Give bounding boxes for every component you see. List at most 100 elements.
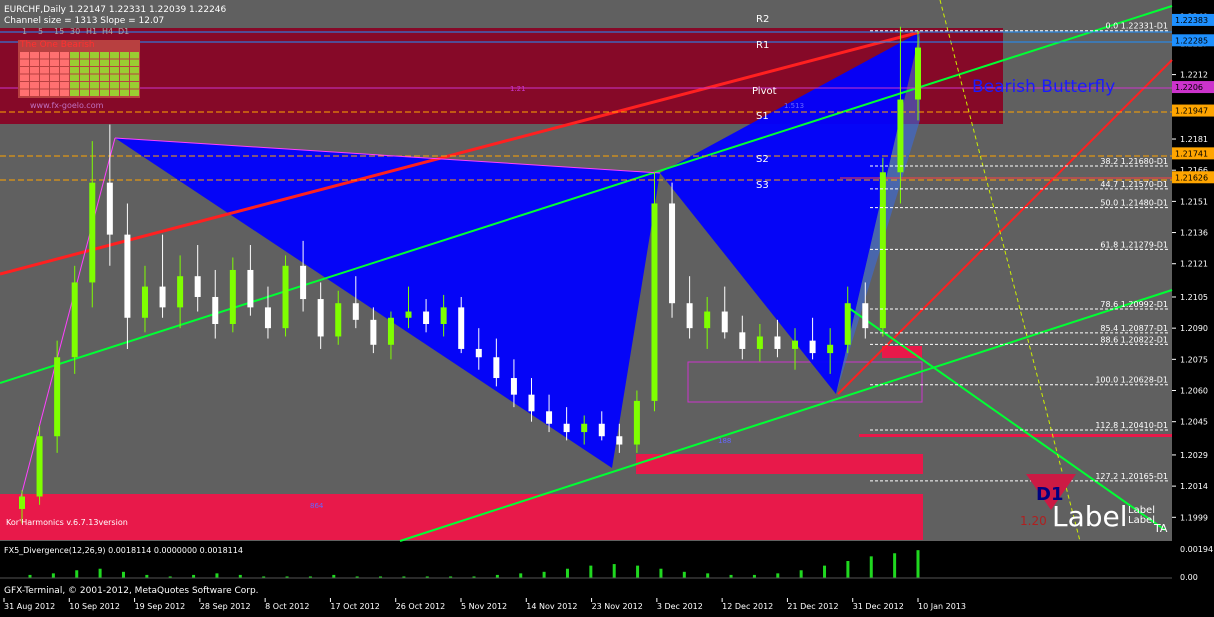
symbol-info: EURCHF,Daily 1.22147 1.22331 1.22039 1.2…: [4, 5, 227, 15]
panel-cell: [130, 52, 139, 59]
time-tick-label: 28 Sep 2012: [200, 602, 251, 611]
candle-body: [247, 269, 254, 308]
panel-cell: [50, 89, 59, 96]
timeframe-30[interactable]: 30: [70, 27, 80, 36]
panel-cell: [100, 74, 109, 81]
candle-body: [756, 336, 763, 349]
price-tick-label: 1.2045: [1180, 418, 1208, 427]
panel-cell: [70, 89, 79, 96]
candle-body: [651, 203, 658, 401]
panel-cell: [100, 67, 109, 74]
panel-cell: [100, 89, 109, 96]
candle-body: [739, 332, 746, 349]
time-tick-label: 19 Sep 2012: [135, 602, 186, 611]
fib-label: 88.6 1.20822-D1: [1100, 335, 1168, 344]
price-tick-label: 1.2105: [1180, 293, 1208, 302]
candle-body: [809, 340, 816, 354]
candle-body: [124, 234, 131, 318]
panel-cell: [20, 67, 29, 74]
panel-cell: [30, 67, 39, 74]
candle-body: [159, 286, 166, 308]
panel-cell: [20, 89, 29, 96]
price-chart[interactable]: 1.22401.22271.22121.21961.21811.21661.21…: [0, 0, 1214, 613]
divergence-bar: [519, 573, 523, 578]
price-tag-label: 1.2206: [1175, 83, 1203, 92]
panel-cell: [70, 74, 79, 81]
fib-label: 127.2 1.20165-D1: [1095, 472, 1168, 481]
panel-cell: [50, 82, 59, 89]
timeframe-15[interactable]: 15: [54, 27, 64, 36]
pivot-label-r2: R2: [756, 14, 769, 25]
bar-label-4: 188: [718, 437, 731, 445]
fib-label: 0.0 1.22331-D1: [1106, 22, 1168, 31]
candle-body: [229, 269, 236, 324]
timeframe-d1[interactable]: D1: [118, 27, 129, 36]
time-tick-label: 10 Sep 2012: [69, 602, 120, 611]
panel-cell: [120, 82, 129, 89]
panel-cell: [70, 82, 79, 89]
panel-cell: [90, 89, 99, 96]
time-tick-label: 14 Nov 2012: [526, 602, 577, 611]
divergence-bar: [121, 571, 125, 578]
candle-body: [89, 182, 96, 283]
time-tick-label: 12 Dec 2012: [722, 602, 773, 611]
panel-cell: [120, 59, 129, 66]
candle-body: [405, 311, 412, 318]
chart-window: 1.22401.22271.22121.21961.21811.21661.21…: [0, 0, 1214, 613]
candle-body: [335, 303, 342, 337]
candle-body: [106, 182, 113, 235]
panel-cell: [130, 89, 139, 96]
panel-cell: [90, 67, 99, 74]
pivot-label-s3: S3: [756, 180, 769, 191]
panel-cell: [110, 59, 119, 66]
candle-body: [352, 303, 359, 320]
time-tick-label: 17 Oct 2012: [330, 602, 379, 611]
panel-cell: [70, 52, 79, 59]
divergence-bar: [776, 573, 780, 578]
candle-body: [317, 299, 324, 337]
candle-body: [141, 286, 148, 318]
timeframe-5[interactable]: 5: [38, 27, 43, 36]
bearish-panel-label: The One Bearish: [19, 40, 95, 50]
timeframe-h4[interactable]: H4: [102, 27, 113, 36]
divergence-bar: [589, 565, 593, 578]
candle-body: [71, 282, 78, 358]
support-zone-1: [0, 494, 923, 540]
bar-label-1: 1.513: [784, 102, 804, 110]
panel-cell: [20, 74, 29, 81]
fib-label: 38.2 1.21680-D1: [1100, 157, 1168, 166]
panel-cell: [60, 89, 69, 96]
timeframe-1[interactable]: 1: [22, 27, 27, 36]
candle-body: [282, 265, 289, 329]
candle-body: [194, 276, 201, 297]
panel-cell: [40, 52, 49, 59]
panel-cell: [80, 74, 89, 81]
timeframe-h1[interactable]: H1: [86, 27, 97, 36]
fib-label: 112.8 1.20410-D1: [1095, 421, 1168, 430]
fib-label: 100.0 1.20628-D1: [1095, 376, 1168, 385]
panel-cell: [80, 67, 89, 74]
candle-body: [704, 311, 711, 329]
divergence-title: FX5_Divergence(12,26,9) 0.0018114 0.0000…: [4, 546, 243, 555]
panel-cell: [60, 67, 69, 74]
panel-cell: [80, 89, 89, 96]
panel-cell: [70, 59, 79, 66]
panel-cell: [120, 89, 129, 96]
price-tag-label: 1.22383: [1175, 16, 1208, 25]
panel-cell: [110, 89, 119, 96]
panel-cell: [20, 52, 29, 59]
panel-cell: [110, 74, 119, 81]
divergence-bar: [612, 564, 616, 578]
time-tick-label: 31 Dec 2012: [853, 602, 904, 611]
panel-cell: [120, 74, 129, 81]
price-tick-label: 1.2212: [1180, 71, 1208, 80]
panel-cell: [40, 59, 49, 66]
panel-cell: [20, 59, 29, 66]
candle-body: [528, 394, 535, 412]
price-tick-label: 1.2090: [1180, 324, 1208, 333]
fib-label: 78.6 1.20992-D1: [1100, 300, 1168, 309]
candle-body: [458, 307, 465, 349]
panel-cell: [30, 74, 39, 81]
time-tick-label: 26 Oct 2012: [396, 602, 445, 611]
divergence-tick: 0.00: [1180, 573, 1198, 582]
